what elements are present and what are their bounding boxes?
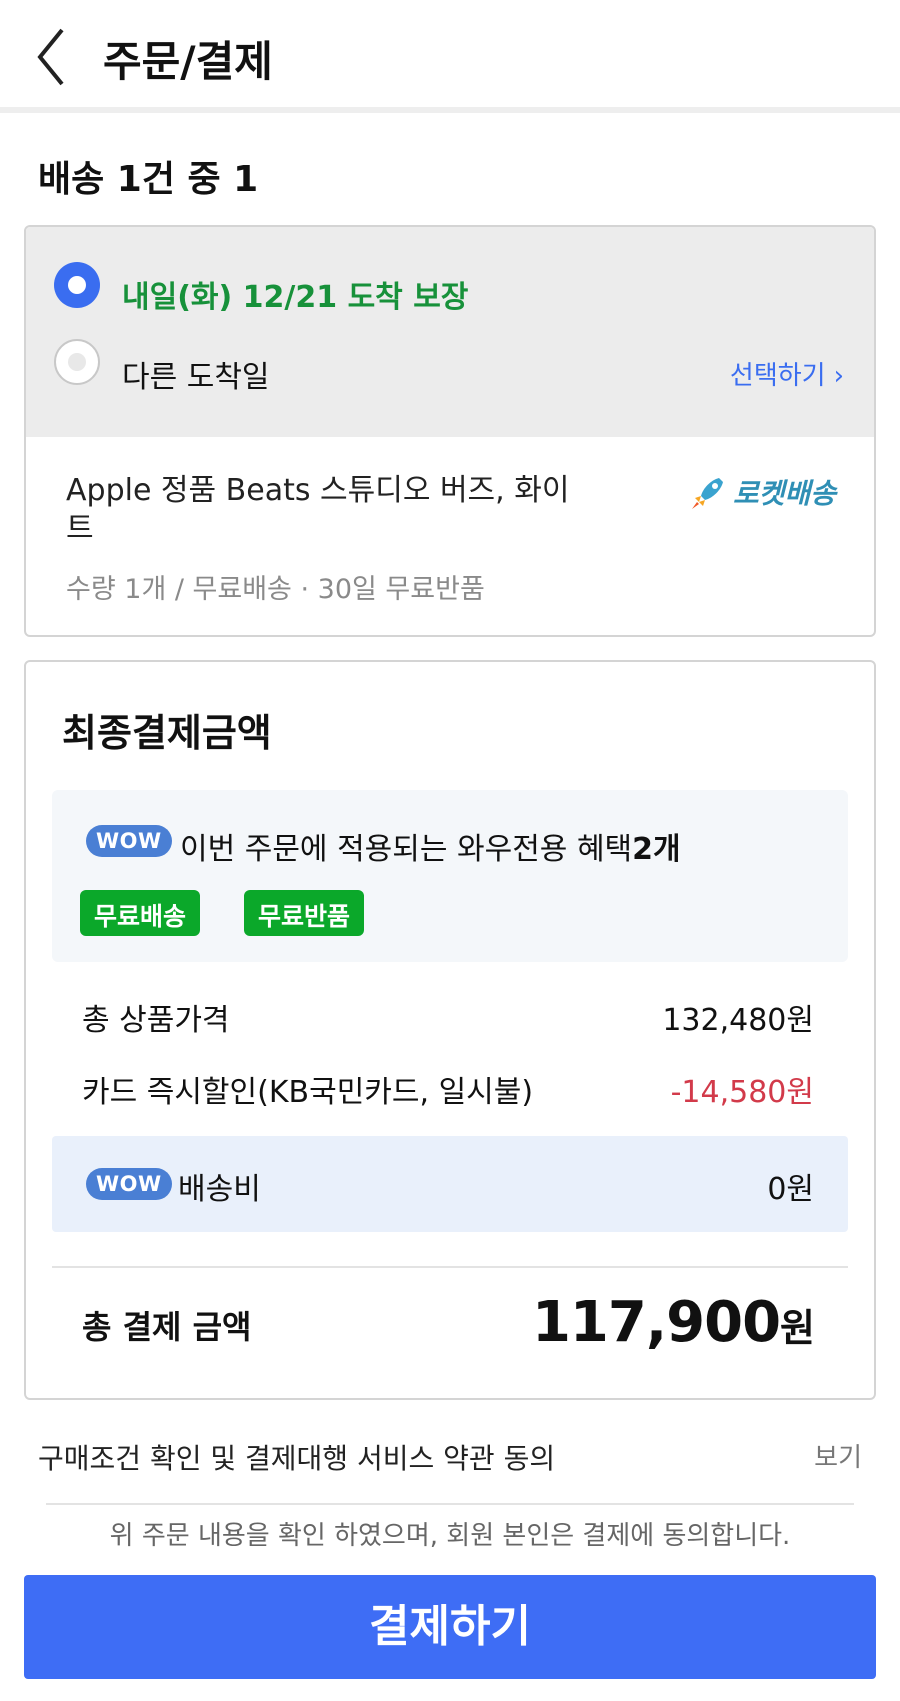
product-price-label: 총 상품가격 xyxy=(82,1003,230,1038)
wow-badge-shipping: WOW xyxy=(86,1168,172,1200)
terms-agreement-label: 구매조건 확인 및 결제대행 서비스 약관 동의 xyxy=(38,1442,556,1475)
divider xyxy=(52,1266,848,1268)
delivery-section: 내일(화) 12/21 도착 보장 다른 도착일 선택하기 › Apple 정품 … xyxy=(24,225,876,637)
rocket-icon xyxy=(691,478,723,509)
select-date-link[interactable]: 선택하기 › xyxy=(730,355,844,392)
divider xyxy=(46,1503,854,1505)
free-shipping-chip: 무료배송 xyxy=(80,890,201,936)
final-payment-title: 최종결제금액 xyxy=(62,711,272,755)
product-name: Apple 정품 Beats 스튜디오 버즈, 화이트 xyxy=(66,473,570,546)
other-date-label[interactable]: 다른 도착일 xyxy=(122,352,270,396)
product-meta: 수량 1개 / 무료배송 · 30일 무료반품 xyxy=(66,574,485,605)
chevron-right-icon: › xyxy=(833,361,844,391)
radio-arrival-tomorrow[interactable] xyxy=(54,262,100,308)
wow-benefit-count: 2개 xyxy=(632,832,681,867)
wow-benefit-box: WOW 이번 주문에 적용되는 와우전용 혜택2개 무료배송 무료반품 xyxy=(52,790,848,962)
total-payment-value: 117,900원 xyxy=(531,1290,815,1355)
shipment-count-heading: 배송 1건 중 1 xyxy=(38,159,259,200)
rocket-delivery-badge: 로켓배송 xyxy=(689,472,836,512)
wow-benefit-label: 이번 주문에 적용되는 와우전용 혜택 xyxy=(180,832,633,867)
rocket-delivery-label: 로켓배송 xyxy=(732,477,836,510)
free-return-chip: 무료반품 xyxy=(244,890,365,936)
shipping-fee-value: 0원 xyxy=(767,1172,814,1207)
chevron-left-icon xyxy=(37,28,64,86)
delivery-options: 내일(화) 12/21 도착 보장 다른 도착일 선택하기 › xyxy=(26,227,874,437)
wow-benefit-text: 이번 주문에 적용되는 와우전용 혜택2개 xyxy=(180,824,681,868)
shipping-fee-label: 배송비 xyxy=(178,1172,261,1207)
select-date-label: 선택하기 xyxy=(729,361,826,391)
terms-view-link[interactable]: 보기 xyxy=(814,1437,862,1474)
total-payment-label: 총 결제 금액 xyxy=(82,1308,252,1346)
card-discount-value: -14,580원 xyxy=(670,1075,814,1110)
page-title: 주문/결제 xyxy=(103,37,273,86)
app-header: 주문/결제 xyxy=(0,0,900,113)
arrival-tomorrow-label[interactable]: 내일(화) 12/21 도착 보장 xyxy=(122,272,468,316)
card-discount-label: 카드 즉시할인(KB국민카드, 일시불) xyxy=(82,1075,534,1110)
wow-badge: WOW xyxy=(86,825,172,857)
total-unit: 원 xyxy=(780,1306,815,1350)
product-price-value: 132,480원 xyxy=(662,1003,814,1038)
final-payment-section: 최종결제금액 WOW 이번 주문에 적용되는 와우전용 혜택2개 무료배송 무료… xyxy=(24,660,876,1400)
back-button[interactable] xyxy=(30,22,80,92)
pay-button[interactable]: 결제하기 xyxy=(24,1575,876,1679)
total-amount: 117,900 xyxy=(531,1290,781,1355)
consent-notice: 위 주문 내용을 확인 하였으며, 회원 본인은 결제에 동의합니다. xyxy=(109,1521,791,1551)
radio-other-date[interactable] xyxy=(54,339,100,385)
shipping-fee-row: WOW 배송비 0원 xyxy=(52,1136,848,1232)
